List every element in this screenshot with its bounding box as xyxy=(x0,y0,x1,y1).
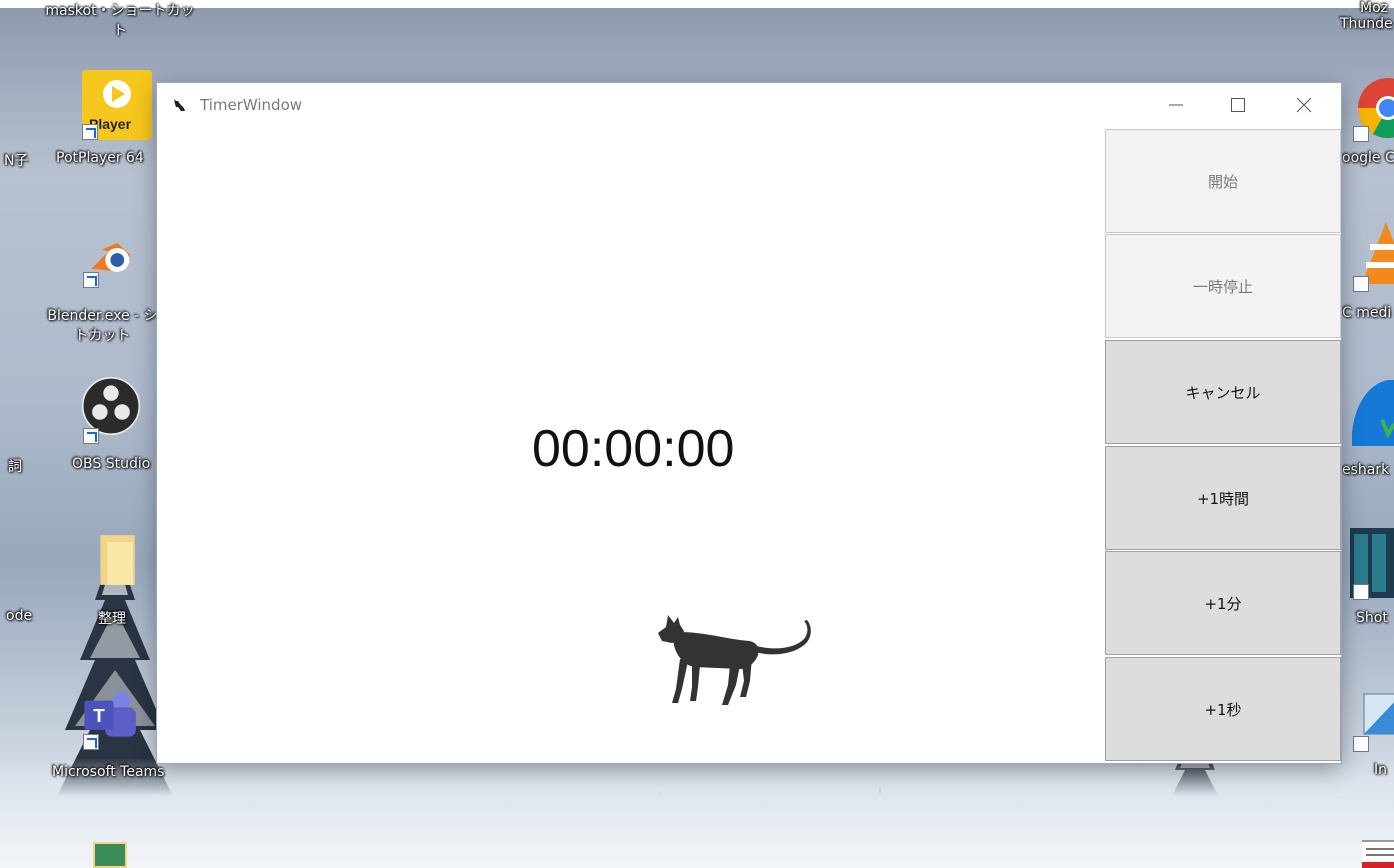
desktop-label-line: ト xyxy=(113,23,127,39)
shortcut-arrow-icon xyxy=(1353,584,1369,600)
desktop-edge-label-3: ode xyxy=(6,608,33,624)
vlc-icon[interactable] xyxy=(1360,222,1394,284)
shortcut-arrow-icon xyxy=(1353,736,1369,752)
obs-icon xyxy=(81,376,141,436)
start-button[interactable]: 開始 xyxy=(1105,129,1341,233)
pause-button-label: 一時停止 xyxy=(1192,277,1253,296)
add-hour-button-label: +1時間 xyxy=(1196,489,1250,508)
desktop-label-potplayer: PotPlayer 64 xyxy=(56,150,144,166)
button-panel: 開始 一時停止 キャンセル +1時間 +1分 +1秒 xyxy=(1105,129,1341,763)
close-icon xyxy=(1296,97,1312,113)
desktop-label-obs: OBS Studio xyxy=(72,456,151,472)
desktop-icon-folder[interactable] xyxy=(63,530,163,600)
desktop-label-shotcut: Shot xyxy=(1356,610,1388,626)
minimize-button[interactable] xyxy=(1153,83,1199,127)
desktop-label-line: Moz xyxy=(1360,0,1388,16)
desktop-label-wireshark: eshark xyxy=(1342,462,1390,478)
start-button-label: 開始 xyxy=(1207,172,1238,191)
shortcut-arrow-icon xyxy=(83,734,99,750)
desktop-label-chrome: oogle C xyxy=(1342,150,1394,166)
add-second-button[interactable]: +1秒 xyxy=(1105,657,1341,761)
timer-display: 00:00:00 xyxy=(532,420,735,478)
cat-app-icon xyxy=(174,99,185,111)
timer-window: TimerWindow 00:00:00 開始 一時停止 キャンセル +1時間 … xyxy=(157,83,1341,763)
desktop-icon-partial-bottom-right[interactable] xyxy=(1362,840,1394,868)
add-minute-button-label: +1分 xyxy=(1204,594,1242,613)
shotcut-icon-strip xyxy=(1372,534,1386,592)
minimize-icon xyxy=(1169,104,1183,106)
desktop-label-line: トカット xyxy=(74,328,131,344)
desktop-icon-blender[interactable] xyxy=(63,230,163,300)
add-second-button-label: +1秒 xyxy=(1204,700,1242,719)
title-bar[interactable]: TimerWindow xyxy=(157,83,1341,129)
desktop-icon-obs[interactable] xyxy=(63,376,163,446)
folder-icon xyxy=(100,535,135,585)
icon-lines xyxy=(1366,854,1394,856)
add-minute-button[interactable]: +1分 xyxy=(1105,551,1341,655)
desktop-label-shortcut[interactable]: maskot・ショートカッ ト xyxy=(40,0,200,40)
maximize-button[interactable] xyxy=(1215,83,1261,127)
add-hour-button[interactable]: +1時間 xyxy=(1105,446,1341,550)
svg-text:T: T xyxy=(93,705,105,726)
screen-top-strip xyxy=(0,0,1394,8)
shortcut-arrow-icon xyxy=(82,124,98,140)
icon-lines xyxy=(1366,848,1394,850)
wallpaper-snow xyxy=(0,758,1394,868)
shortcut-arrow-icon xyxy=(83,272,99,288)
shortcut-arrow-icon xyxy=(1353,276,1369,292)
desktop-label-install: In xyxy=(1374,762,1388,778)
desktop-icon-partial-bottom[interactable] xyxy=(93,842,127,868)
cancel-button[interactable]: キャンセル xyxy=(1105,340,1341,444)
shortcut-arrow-icon xyxy=(1353,126,1369,142)
desktop-edge-label-1: N子 xyxy=(4,153,29,169)
desktop-label-blender: Blender.exe - シ トカット xyxy=(40,305,165,345)
pause-button[interactable]: 一時停止 xyxy=(1105,234,1341,338)
wireshark-icon[interactable] xyxy=(1352,380,1394,446)
desktop-icon-teams[interactable]: T xyxy=(63,686,163,756)
desktop-edge-label-2: 詞 xyxy=(8,459,22,475)
desktop-label-line: Thunde xyxy=(1340,16,1393,32)
window-title: TimerWindow xyxy=(200,96,303,114)
desktop-label-vlc: C medi xyxy=(1342,305,1392,321)
timer-content-area: 00:00:00 xyxy=(157,129,1105,763)
icon-red-bar xyxy=(1362,862,1394,868)
desktop-label-teams: Microsoft Teams xyxy=(52,764,165,780)
cancel-button-label: キャンセル xyxy=(1185,383,1261,402)
maximize-icon xyxy=(1231,98,1245,112)
desktop-label-folder: 整理 xyxy=(98,611,126,627)
desktop-label-line: Blender.exe - シ xyxy=(47,308,158,324)
walking-cat-icon xyxy=(658,615,811,705)
shortcut-arrow-icon xyxy=(83,428,99,444)
desktop-label-line: maskot・ショートカッ xyxy=(45,3,195,19)
desktop-label-thunderbird[interactable]: Moz Thunde xyxy=(1340,0,1394,32)
close-button[interactable] xyxy=(1281,83,1327,127)
